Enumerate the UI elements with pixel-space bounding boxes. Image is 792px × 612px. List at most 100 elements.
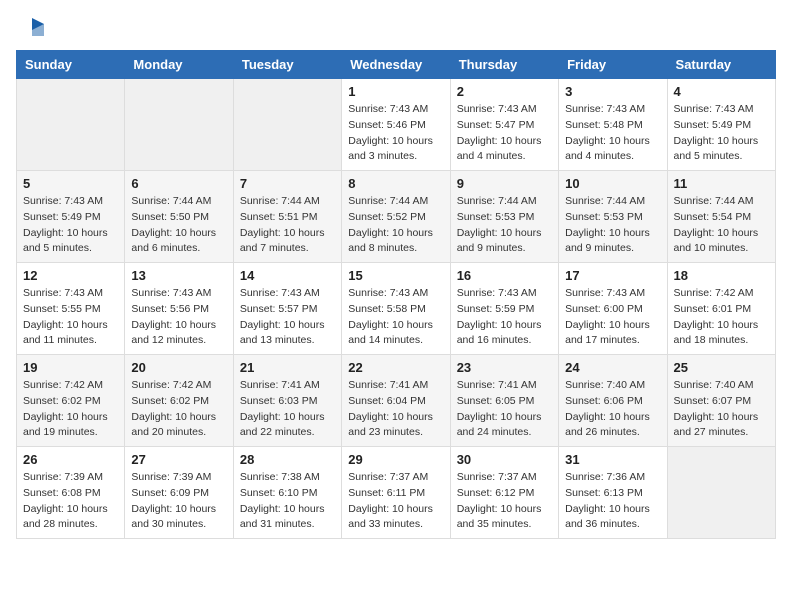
day-info: Sunrise: 7:44 AM Sunset: 5:50 PM Dayligh…: [131, 194, 226, 257]
calendar-cell: 16Sunrise: 7:43 AM Sunset: 5:59 PM Dayli…: [450, 263, 558, 355]
calendar-cell: 6 Sunrise: 7:44 AM Sunset: 5:50 PM Daylig…: [125, 171, 233, 263]
weekday-header-sunday: Sunday: [17, 51, 125, 79]
calendar-cell: 11 Sunrise: 7:44 AM Sunset: 5:54 PM Dayli…: [667, 171, 775, 263]
day-number: 21: [240, 360, 335, 375]
day-number: 31: [565, 452, 660, 467]
day-info: Sunrise: 7:44 AM Sunset: 5:54 PM Dayligh…: [674, 194, 769, 257]
day-number: 17: [565, 268, 660, 283]
day-info: Sunrise: 7:36 AM Sunset: 6:13 PM Dayligh…: [565, 470, 660, 533]
calendar-cell: 8 Sunrise: 7:44 AM Sunset: 5:52 PM Daylig…: [342, 171, 450, 263]
calendar-cell: 4 Sunrise: 7:43 AM Sunset: 5:49 PM Daylig…: [667, 79, 775, 171]
day-info: Sunrise: 7:40 AM Sunset: 6:07 PM Dayligh…: [674, 378, 769, 441]
calendar-cell: 27 Sunrise: 7:39 AM Sunset: 6:09 PM Dayli…: [125, 447, 233, 539]
day-info: Sunrise: 7:44 AM Sunset: 5:53 PM Dayligh…: [457, 194, 552, 257]
calendar-cell: 31 Sunrise: 7:36 AM Sunset: 6:13 PM Dayli…: [559, 447, 667, 539]
calendar-cell: 7Sunrise: 7:44 AM Sunset: 5:51 PM Daylig…: [233, 171, 341, 263]
day-info: Sunrise: 7:43 AM Sunset: 5:49 PM Dayligh…: [674, 102, 769, 165]
calendar-cell: 21 Sunrise: 7:41 AM Sunset: 6:03 PM Dayli…: [233, 355, 341, 447]
calendar-cell: 24Sunrise: 7:40 AM Sunset: 6:06 PM Dayli…: [559, 355, 667, 447]
day-number: 15: [348, 268, 443, 283]
day-info: Sunrise: 7:42 AM Sunset: 6:02 PM Dayligh…: [131, 378, 226, 441]
day-info: Sunrise: 7:43 AM Sunset: 5:56 PM Dayligh…: [131, 286, 226, 349]
day-number: 14: [240, 268, 335, 283]
weekday-header-thursday: Thursday: [450, 51, 558, 79]
weekday-header-tuesday: Tuesday: [233, 51, 341, 79]
day-number: 5: [23, 176, 118, 191]
day-number: 13: [131, 268, 226, 283]
logo: [16, 16, 46, 38]
day-number: 26: [23, 452, 118, 467]
page-header: [16, 16, 776, 38]
day-number: 27: [131, 452, 226, 467]
day-info: Sunrise: 7:43 AM Sunset: 5:58 PM Dayligh…: [348, 286, 443, 349]
calendar-cell: 23Sunrise: 7:41 AM Sunset: 6:05 PM Dayli…: [450, 355, 558, 447]
calendar-cell: 18 Sunrise: 7:42 AM Sunset: 6:01 PM Dayli…: [667, 263, 775, 355]
calendar-cell: [233, 79, 341, 171]
day-info: Sunrise: 7:43 AM Sunset: 5:47 PM Dayligh…: [457, 102, 552, 165]
calendar-cell: [125, 79, 233, 171]
weekday-header-saturday: Saturday: [667, 51, 775, 79]
calendar-table: SundayMondayTuesdayWednesdayThursdayFrid…: [16, 50, 776, 539]
weekday-header-friday: Friday: [559, 51, 667, 79]
day-number: 10: [565, 176, 660, 191]
calendar-week-3: 12Sunrise: 7:43 AM Sunset: 5:55 PM Dayli…: [17, 263, 776, 355]
day-number: 11: [674, 176, 769, 191]
calendar-cell: 20 Sunrise: 7:42 AM Sunset: 6:02 PM Dayli…: [125, 355, 233, 447]
calendar-cell: 14Sunrise: 7:43 AM Sunset: 5:57 PM Dayli…: [233, 263, 341, 355]
day-number: 4: [674, 84, 769, 99]
weekday-header-wednesday: Wednesday: [342, 51, 450, 79]
calendar-cell: 1Sunrise: 7:43 AM Sunset: 5:46 PM Daylig…: [342, 79, 450, 171]
calendar-week-5: 26 Sunrise: 7:39 AM Sunset: 6:08 PM Dayli…: [17, 447, 776, 539]
day-info: Sunrise: 7:44 AM Sunset: 5:52 PM Dayligh…: [348, 194, 443, 257]
logo-flag-icon: [18, 16, 46, 44]
calendar-cell: 3Sunrise: 7:43 AM Sunset: 5:48 PM Daylig…: [559, 79, 667, 171]
day-number: 16: [457, 268, 552, 283]
calendar-cell: 22Sunrise: 7:41 AM Sunset: 6:04 PM Dayli…: [342, 355, 450, 447]
calendar-week-2: 5Sunrise: 7:43 AM Sunset: 5:49 PM Daylig…: [17, 171, 776, 263]
calendar-cell: 17 Sunrise: 7:43 AM Sunset: 6:00 PM Dayli…: [559, 263, 667, 355]
day-number: 9: [457, 176, 552, 191]
day-number: 18: [674, 268, 769, 283]
day-info: Sunrise: 7:43 AM Sunset: 5:46 PM Dayligh…: [348, 102, 443, 165]
day-number: 19: [23, 360, 118, 375]
calendar-cell: 29Sunrise: 7:37 AM Sunset: 6:11 PM Dayli…: [342, 447, 450, 539]
calendar-cell: 28 Sunrise: 7:38 AM Sunset: 6:10 PM Dayli…: [233, 447, 341, 539]
calendar-cell: 5Sunrise: 7:43 AM Sunset: 5:49 PM Daylig…: [17, 171, 125, 263]
day-info: Sunrise: 7:41 AM Sunset: 6:03 PM Dayligh…: [240, 378, 335, 441]
calendar-cell: 25 Sunrise: 7:40 AM Sunset: 6:07 PM Dayli…: [667, 355, 775, 447]
day-info: Sunrise: 7:37 AM Sunset: 6:12 PM Dayligh…: [457, 470, 552, 533]
calendar-cell: [667, 447, 775, 539]
day-number: 23: [457, 360, 552, 375]
day-info: Sunrise: 7:44 AM Sunset: 5:51 PM Dayligh…: [240, 194, 335, 257]
weekday-header-monday: Monday: [125, 51, 233, 79]
day-info: Sunrise: 7:37 AM Sunset: 6:11 PM Dayligh…: [348, 470, 443, 533]
calendar-cell: 30 Sunrise: 7:37 AM Sunset: 6:12 PM Dayli…: [450, 447, 558, 539]
day-info: Sunrise: 7:43 AM Sunset: 5:55 PM Dayligh…: [23, 286, 118, 349]
day-number: 2: [457, 84, 552, 99]
calendar-cell: 9 Sunrise: 7:44 AM Sunset: 5:53 PM Daylig…: [450, 171, 558, 263]
day-info: Sunrise: 7:44 AM Sunset: 5:53 PM Dayligh…: [565, 194, 660, 257]
calendar-cell: [17, 79, 125, 171]
day-info: Sunrise: 7:38 AM Sunset: 6:10 PM Dayligh…: [240, 470, 335, 533]
day-info: Sunrise: 7:39 AM Sunset: 6:09 PM Dayligh…: [131, 470, 226, 533]
day-number: 6: [131, 176, 226, 191]
day-info: Sunrise: 7:39 AM Sunset: 6:08 PM Dayligh…: [23, 470, 118, 533]
day-info: Sunrise: 7:42 AM Sunset: 6:01 PM Dayligh…: [674, 286, 769, 349]
day-number: 25: [674, 360, 769, 375]
calendar-cell: 15 Sunrise: 7:43 AM Sunset: 5:58 PM Dayli…: [342, 263, 450, 355]
calendar-week-4: 19 Sunrise: 7:42 AM Sunset: 6:02 PM Dayli…: [17, 355, 776, 447]
day-number: 8: [348, 176, 443, 191]
calendar-cell: 10 Sunrise: 7:44 AM Sunset: 5:53 PM Dayli…: [559, 171, 667, 263]
day-number: 20: [131, 360, 226, 375]
calendar-cell: 2 Sunrise: 7:43 AM Sunset: 5:47 PM Daylig…: [450, 79, 558, 171]
day-number: 22: [348, 360, 443, 375]
day-number: 30: [457, 452, 552, 467]
weekday-header-row: SundayMondayTuesdayWednesdayThursdayFrid…: [17, 51, 776, 79]
day-number: 3: [565, 84, 660, 99]
calendar-cell: 26 Sunrise: 7:39 AM Sunset: 6:08 PM Dayli…: [17, 447, 125, 539]
calendar-week-1: 1Sunrise: 7:43 AM Sunset: 5:46 PM Daylig…: [17, 79, 776, 171]
calendar-cell: 13 Sunrise: 7:43 AM Sunset: 5:56 PM Dayli…: [125, 263, 233, 355]
day-info: Sunrise: 7:43 AM Sunset: 6:00 PM Dayligh…: [565, 286, 660, 349]
day-number: 28: [240, 452, 335, 467]
day-info: Sunrise: 7:40 AM Sunset: 6:06 PM Dayligh…: [565, 378, 660, 441]
